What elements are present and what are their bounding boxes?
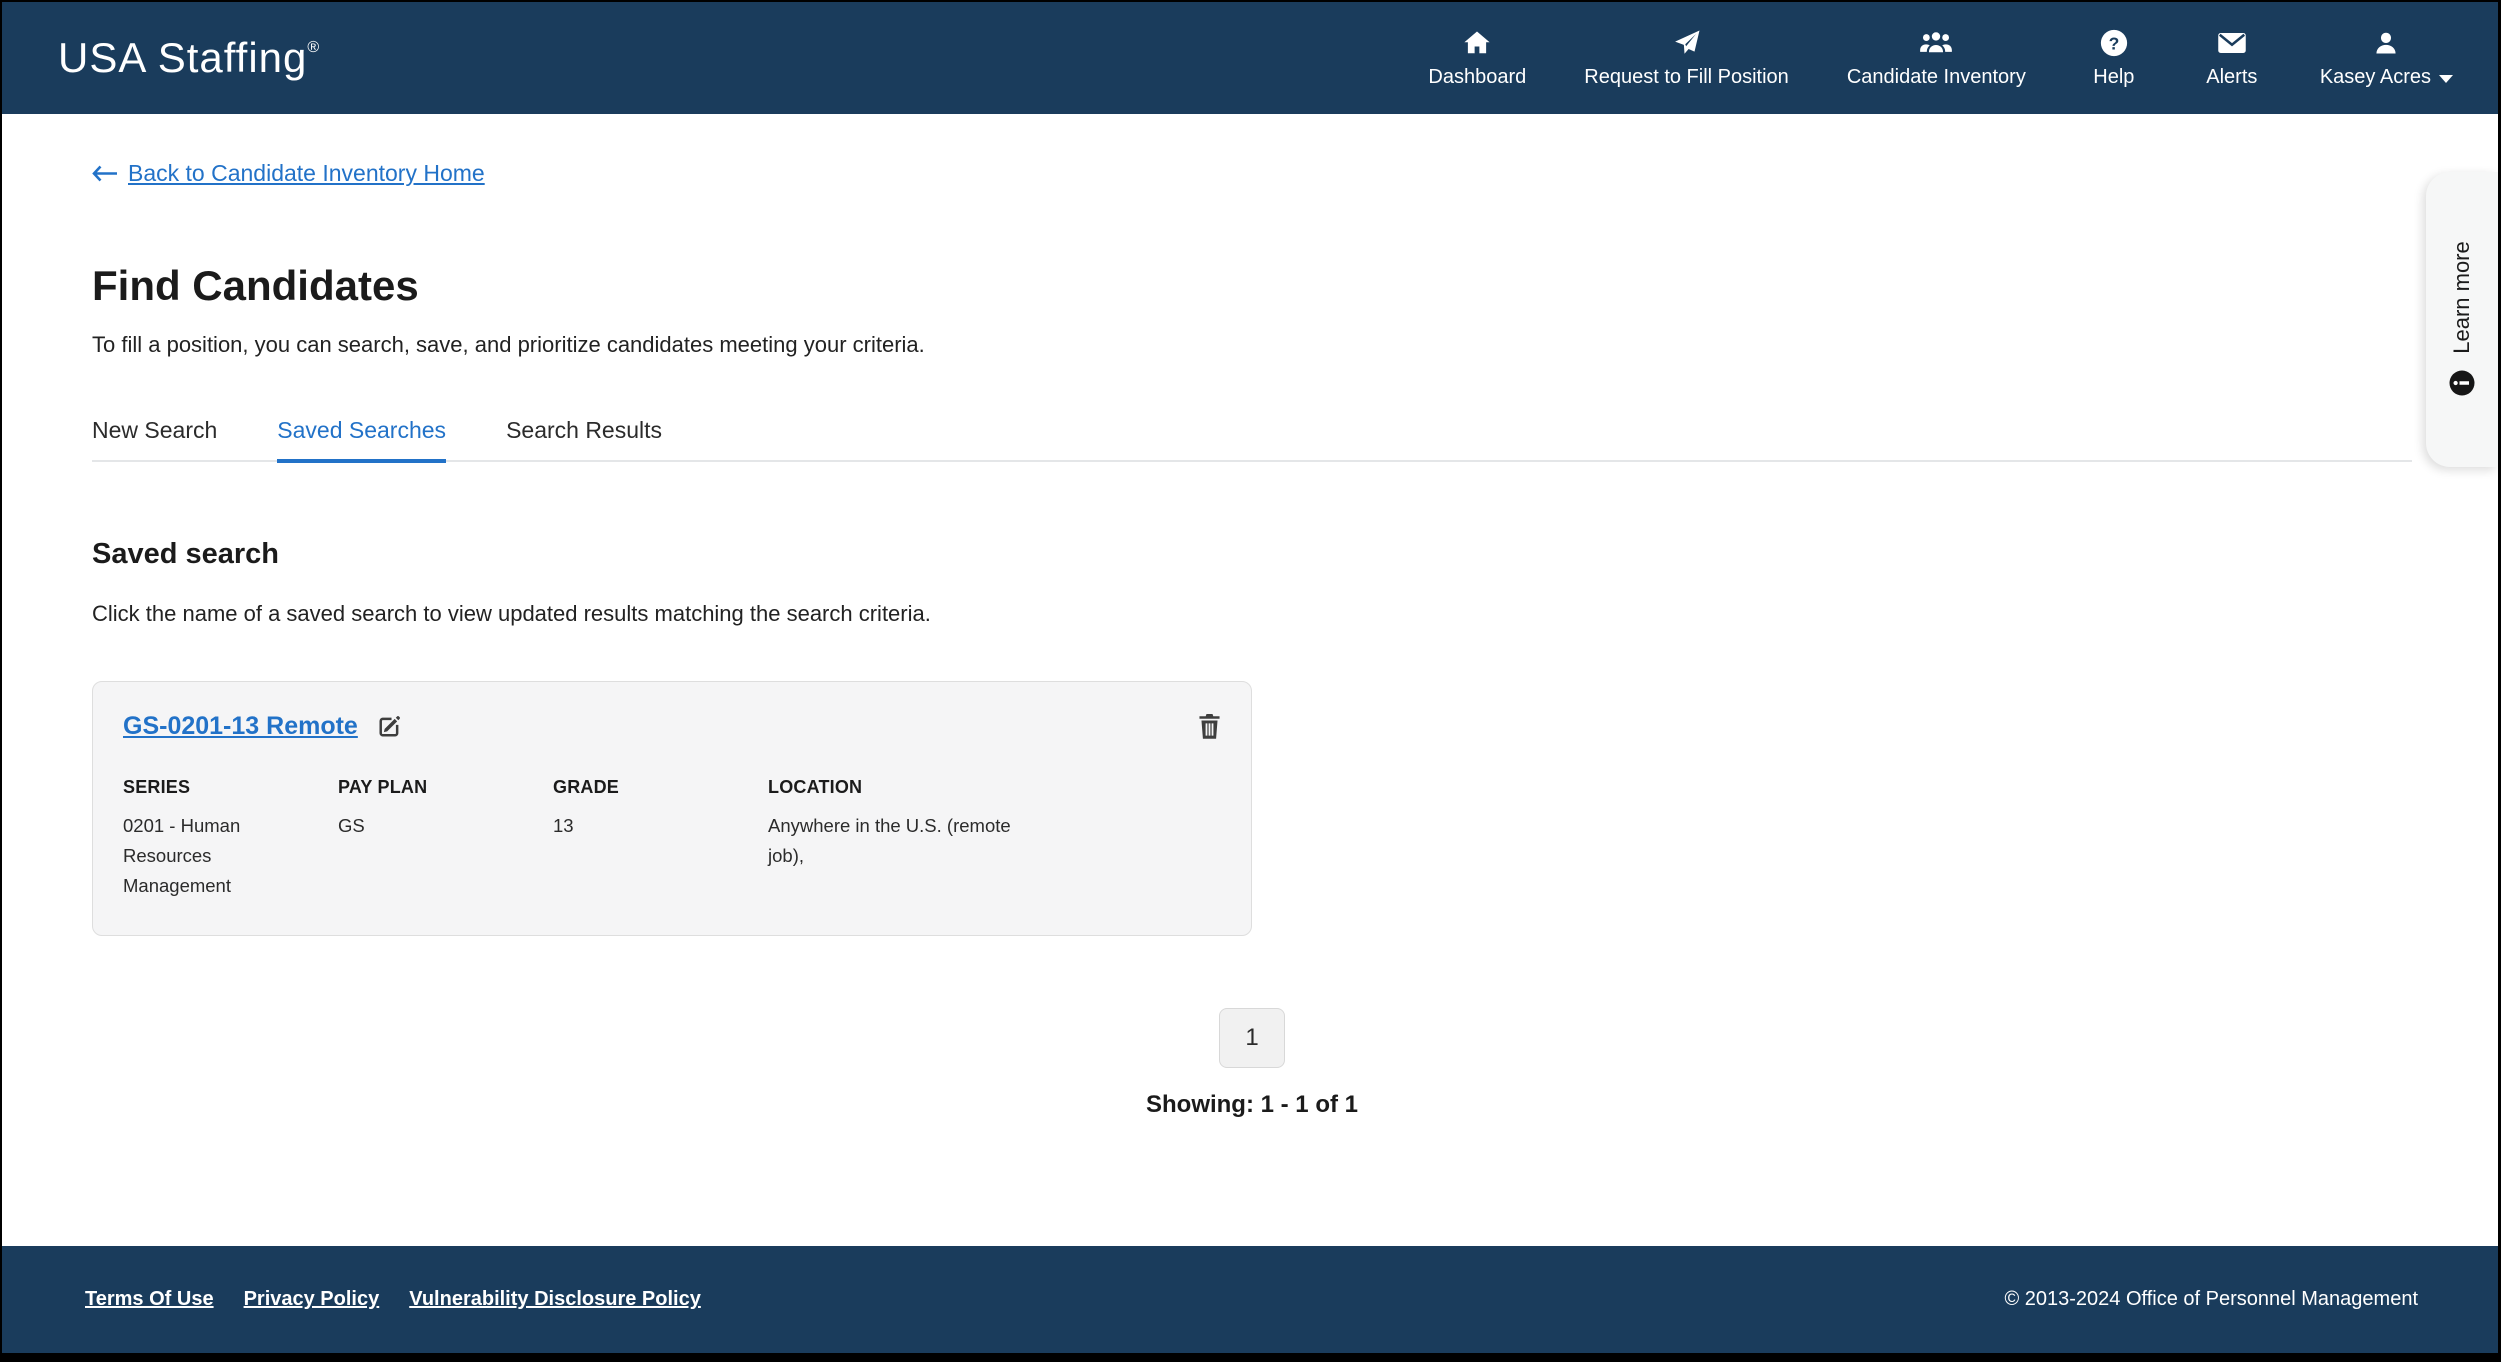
learn-more-inner: Learn more bbox=[2426, 172, 2498, 467]
nav-alerts[interactable]: Alerts bbox=[2202, 27, 2262, 89]
nav-label: Request to Fill Position bbox=[1584, 66, 1789, 89]
nav-label: Kasey Acres bbox=[2320, 66, 2453, 89]
main-content: Back to Candidate Inventory Home Find Ca… bbox=[2, 114, 2498, 1119]
pagination: 1 Showing: 1 - 1 of 1 bbox=[92, 1008, 2412, 1119]
app-window: USA Staffing® Dashboard Request to Fill … bbox=[0, 0, 2501, 1362]
nav-label: Dashboard bbox=[1428, 66, 1526, 89]
nav-label: Help bbox=[2093, 66, 2134, 89]
tab-new-search[interactable]: New Search bbox=[92, 417, 217, 460]
nav-dashboard[interactable]: Dashboard bbox=[1428, 27, 1526, 89]
copyright-text: © 2013-2024 Office of Personnel Manageme… bbox=[2004, 1288, 2418, 1311]
page-1-button[interactable]: 1 bbox=[1219, 1008, 1285, 1068]
nav-label: Alerts bbox=[2206, 66, 2257, 89]
help-icon: ? bbox=[2099, 27, 2129, 59]
svg-text:?: ? bbox=[2108, 33, 2119, 53]
field-label: LOCATION bbox=[768, 777, 1227, 798]
arrow-left-icon bbox=[92, 165, 118, 182]
terms-of-use-link[interactable]: Terms Of Use bbox=[85, 1288, 214, 1311]
edit-icon bbox=[376, 713, 403, 740]
users-icon bbox=[1919, 27, 1953, 59]
paper-plane-icon bbox=[1672, 27, 1702, 59]
info-icon bbox=[2447, 368, 2477, 398]
nav-user-menu[interactable]: Kasey Acres bbox=[2320, 27, 2453, 89]
usa-staffing-logo: USA Staffing® bbox=[58, 34, 320, 82]
field-value: Anywhere in the U.S. (remote job), bbox=[768, 811, 1028, 871]
saved-search-heading: Saved search bbox=[92, 538, 2412, 571]
footer-links: Terms Of Use Privacy Policy Vulnerabilit… bbox=[85, 1288, 701, 1311]
field-value: 13 bbox=[553, 811, 768, 841]
saved-search-name-link[interactable]: GS-0201-13 Remote bbox=[123, 712, 358, 741]
edit-saved-search-button[interactable] bbox=[376, 713, 403, 740]
registered-mark: ® bbox=[307, 39, 320, 56]
field-grade: GRADE 13 bbox=[553, 777, 768, 901]
field-value: 0201 - Human Resources Management bbox=[123, 811, 268, 901]
user-name: Kasey Acres bbox=[2320, 66, 2431, 89]
logo-text: USA Staffing bbox=[58, 34, 307, 81]
saved-search-fields: SERIES 0201 - Human Resources Management… bbox=[123, 777, 1227, 901]
field-label: PAY PLAN bbox=[338, 777, 553, 798]
tab-search-results[interactable]: Search Results bbox=[506, 417, 662, 460]
nav-label: Candidate Inventory bbox=[1847, 66, 2026, 89]
learn-more-label: Learn more bbox=[2449, 241, 2475, 354]
nav-request-to-fill-position[interactable]: Request to Fill Position bbox=[1584, 27, 1789, 89]
page-title: Find Candidates bbox=[92, 261, 2412, 311]
field-label: GRADE bbox=[553, 777, 768, 798]
top-navigation-bar: USA Staffing® Dashboard Request to Fill … bbox=[2, 2, 2498, 114]
card-title-row: GS-0201-13 Remote bbox=[123, 712, 1227, 741]
home-icon bbox=[1462, 27, 1492, 59]
back-to-candidate-inventory-link[interactable]: Back to Candidate Inventory Home bbox=[92, 160, 485, 187]
field-series: SERIES 0201 - Human Resources Management bbox=[123, 777, 338, 901]
envelope-icon bbox=[2217, 27, 2247, 59]
trash-icon bbox=[1196, 712, 1223, 741]
page-subtitle: To fill a position, you can search, save… bbox=[92, 331, 2412, 359]
tab-saved-searches[interactable]: Saved Searches bbox=[277, 417, 446, 463]
saved-search-card: GS-0201-13 Remote bbox=[92, 681, 1252, 936]
showing-count: Showing: 1 - 1 of 1 bbox=[1146, 1091, 1358, 1119]
nav-candidate-inventory[interactable]: Candidate Inventory bbox=[1847, 27, 2026, 89]
saved-search-description: Click the name of a saved search to view… bbox=[92, 601, 2412, 627]
footer: Terms Of Use Privacy Policy Vulnerabilit… bbox=[2, 1246, 2498, 1353]
learn-more-tab[interactable]: Learn more bbox=[2426, 172, 2498, 467]
vulnerability-disclosure-policy-link[interactable]: Vulnerability Disclosure Policy bbox=[409, 1288, 701, 1311]
delete-saved-search-button[interactable] bbox=[1196, 712, 1223, 741]
privacy-policy-link[interactable]: Privacy Policy bbox=[244, 1288, 380, 1311]
chevron-down-icon bbox=[2439, 75, 2453, 83]
primary-nav: Dashboard Request to Fill Position Candi… bbox=[1428, 27, 2453, 89]
field-location: LOCATION Anywhere in the U.S. (remote jo… bbox=[768, 777, 1227, 901]
field-label: SERIES bbox=[123, 777, 338, 798]
user-icon bbox=[2372, 27, 2400, 59]
field-value: GS bbox=[338, 811, 553, 841]
nav-help[interactable]: ? Help bbox=[2084, 27, 2144, 89]
tab-bar: New Search Saved Searches Search Results bbox=[92, 417, 2412, 462]
field-pay-plan: PAY PLAN GS bbox=[338, 777, 553, 901]
back-link-label: Back to Candidate Inventory Home bbox=[128, 160, 485, 187]
